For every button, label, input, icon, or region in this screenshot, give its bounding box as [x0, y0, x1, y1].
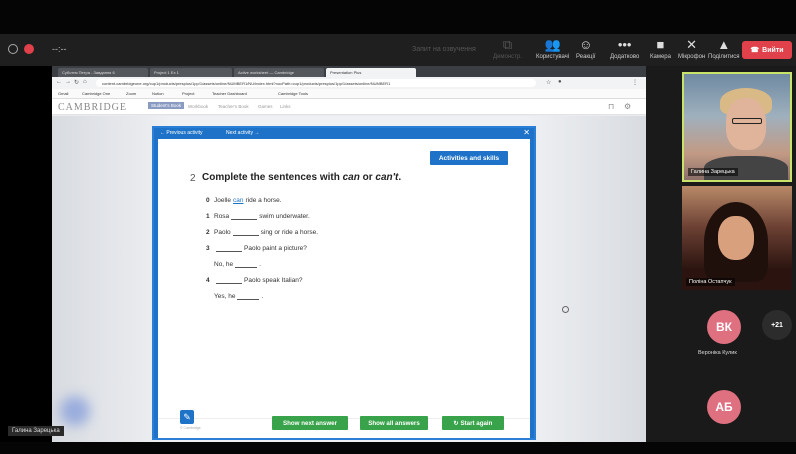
browser-tab-strip: Суботня Петра - Завдання 6 Project 1 Ex …	[52, 66, 646, 77]
more-button[interactable]: ••• Додатково	[610, 37, 639, 61]
sentence-2: 2 Paolo sing or ride a horse.	[206, 229, 319, 236]
sentence-3-answer: No, he.	[214, 261, 261, 268]
share-screen-icon: ⧉	[502, 37, 513, 52]
more-participants-button[interactable]: +21	[762, 310, 792, 340]
tab-games[interactable]: Games	[258, 104, 273, 109]
activity-body: Activities and skills 2 Complete the sen…	[158, 139, 530, 418]
activity-modal: ← Previous activity Next activity → ✕ Ac…	[152, 126, 536, 440]
sentence-4-answer: Yes, he.	[214, 293, 264, 300]
answer-gap[interactable]	[231, 213, 258, 220]
recording-request-label: Запит на озвучення	[412, 46, 476, 53]
browser-tab[interactable]: Project 1 Ex 1	[150, 68, 232, 77]
tab-workbook[interactable]: Workbook	[188, 104, 208, 109]
record-icon	[24, 44, 34, 54]
top-band	[0, 0, 796, 34]
bookmark[interactable]: Cambridge One	[82, 91, 110, 96]
zoom-toolbar: --:-- Запит на озвучення ⧉ Демонстр. 👥 К…	[0, 34, 796, 66]
bookmark[interactable]: Gmail	[58, 91, 68, 96]
settings-icon[interactable]: ⚙	[624, 102, 631, 111]
participants-panel: Галина Зарецька Поліна Остапчук ВК +21 В…	[646, 66, 796, 442]
bookmark[interactable]: Notion	[152, 91, 164, 96]
answer-filled: can	[232, 197, 244, 204]
shared-screen: Суботня Петра - Завдання 6 Project 1 Ex …	[52, 66, 646, 442]
sentence-4: 4 Paolo speak Italian?	[206, 277, 303, 284]
answer-gap[interactable]	[216, 245, 242, 252]
participant-face	[718, 216, 754, 260]
participant-name: Галина Зарецька	[688, 168, 738, 176]
camera-button[interactable]: ■ Камера	[650, 37, 671, 61]
participant-name: Поліна Остапчук	[686, 278, 735, 286]
share-screen-button[interactable]: ⧉ Демонстр.	[493, 37, 522, 61]
answer-gap[interactable]	[216, 277, 242, 284]
close-icon[interactable]: ✕	[523, 128, 530, 137]
tab-students-book[interactable]: Student's Book	[148, 102, 185, 109]
edit-icon[interactable]: ✎	[180, 410, 194, 424]
answer-gap[interactable]	[232, 229, 259, 236]
bottom-band	[0, 442, 796, 454]
browser-tab-active[interactable]: Presentation Plus	[326, 68, 416, 77]
star-icon[interactable]: ☆	[546, 79, 551, 86]
tab-links[interactable]: Links	[280, 104, 291, 109]
bookmark-icon[interactable]: ⊓	[608, 102, 614, 111]
address-bar[interactable]: content.cambridgeone.org/cup1/products/p…	[96, 79, 536, 87]
answer-gap[interactable]	[235, 261, 258, 268]
sentence-0: 0 Joelle can ride a horse.	[206, 197, 282, 204]
reactions-icon: ☺	[579, 37, 593, 52]
sentence-3: 3 Paolo paint a picture?	[206, 245, 307, 252]
back-icon[interactable]: ←	[56, 79, 62, 85]
tab-teachers-book[interactable]: Teacher's Book	[218, 104, 249, 109]
question-number: 2	[190, 173, 196, 184]
bookmarks-bar: Gmail Cambridge One Zoom Notion Project …	[52, 89, 646, 99]
microphone-button[interactable]: ✕ Мікрофон	[678, 37, 705, 61]
home-icon[interactable]: ⌂	[83, 79, 87, 85]
forward-icon[interactable]: →	[65, 79, 71, 85]
next-activity-link[interactable]: Next activity →	[226, 130, 259, 136]
reactions-button[interactable]: ☺ Реакції	[576, 37, 595, 61]
participants-icon: 👥	[544, 37, 561, 52]
decorative-blob	[60, 396, 90, 426]
more-icon: •••	[617, 37, 632, 52]
copyright: © Cambridge	[180, 426, 201, 430]
browser-tab[interactable]: Active worksheet — Cambridge	[234, 68, 324, 77]
cambridge-logo: CAMBRIDGE	[58, 102, 128, 113]
question-title: Complete the sentences with can or can't…	[202, 172, 402, 183]
leave-button[interactable]: ☎ Вийти	[742, 41, 792, 59]
share-button[interactable]: ▲ Поділитися	[708, 37, 740, 61]
participants-button[interactable]: 👥 Користувачі	[536, 37, 569, 61]
avatar[interactable]: ВК	[707, 310, 741, 344]
glasses	[732, 118, 762, 124]
video-tile-active-speaker[interactable]: Галина Зарецька	[682, 72, 792, 182]
avatar[interactable]: АБ	[707, 390, 741, 424]
participant-face	[726, 98, 766, 150]
cursor-indicator	[562, 306, 569, 313]
show-all-answers-button[interactable]: Show all answers	[360, 416, 428, 430]
answer-gap[interactable]	[237, 293, 260, 300]
meeting-timer: --:--	[52, 44, 67, 54]
menu-icon[interactable]: ⋮	[632, 79, 638, 86]
extension-icon[interactable]: ●	[558, 79, 562, 85]
browser-tab[interactable]: Суботня Петра - Завдання 6	[58, 68, 148, 77]
share-icon: ▲	[717, 37, 731, 52]
phone-icon: ☎	[750, 47, 760, 54]
start-again-button[interactable]: ↻ Start again	[442, 416, 504, 430]
sentence-1: 1 Rosa swim underwater.	[206, 213, 310, 220]
window-controls	[8, 44, 34, 54]
bookmark[interactable]: Project	[182, 91, 194, 96]
participant-name: Вероніка Кулик	[698, 350, 737, 356]
camera-icon: ■	[656, 37, 665, 52]
bookmark[interactable]: Teacher Dashboard	[212, 91, 247, 96]
show-next-answer-button[interactable]: Show next answer	[272, 416, 348, 430]
video-tile[interactable]: Поліна Остапчук	[682, 186, 792, 290]
modal-nav: ← Previous activity Next activity → ✕	[154, 128, 534, 138]
status-icon	[8, 44, 18, 54]
bookmark[interactable]: Cambridge Tools	[278, 91, 308, 96]
address-row: ← → ↻ ⌂ content.cambridgeone.org/cup1/pr…	[52, 77, 646, 89]
activities-skills-button[interactable]: Activities and skills	[430, 151, 508, 165]
bookmark[interactable]: Zoom	[126, 91, 136, 96]
previous-activity-link[interactable]: ← Previous activity	[160, 130, 203, 136]
microphone-icon: ✕	[686, 37, 698, 52]
cambridge-header: CAMBRIDGE Student's Book Workbook Teache…	[52, 99, 646, 115]
active-speaker-label: Галина Зарецька	[8, 426, 64, 436]
reload-icon[interactable]: ↻	[74, 79, 79, 86]
